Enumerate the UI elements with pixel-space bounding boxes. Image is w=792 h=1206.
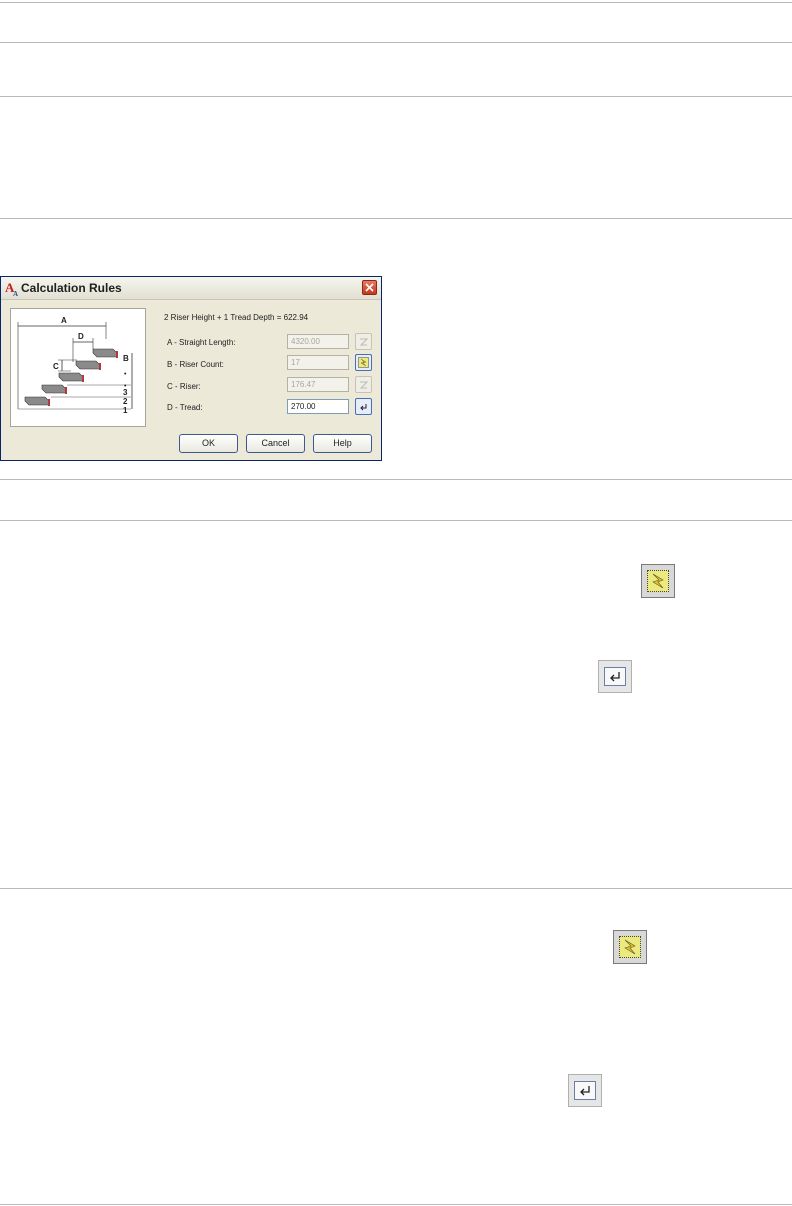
stair-diagram: A D C B • • 3 2 1 <box>17 316 133 415</box>
table-rule-3 <box>0 96 792 97</box>
riser-calc-button[interactable] <box>355 376 372 393</box>
riser-count-calc-button[interactable] <box>355 354 372 371</box>
tread-field[interactable]: 270.00 <box>287 399 349 414</box>
label-1: 1 <box>123 406 128 415</box>
dialog-title: Calculation Rules <box>21 281 122 295</box>
riser-count-field[interactable]: 17 <box>287 355 349 370</box>
calculator-off-icon <box>359 338 369 346</box>
table-rule-6 <box>0 520 792 521</box>
table-rule-4 <box>0 218 792 219</box>
calculator-off-icon <box>359 381 369 389</box>
table-rule-8 <box>0 1204 792 1205</box>
svg-text:•: • <box>124 371 127 378</box>
table-rule-7 <box>0 888 792 889</box>
straight-length-field[interactable]: 4320.00 <box>287 334 349 349</box>
close-icon <box>365 283 374 292</box>
label-2: 2 <box>123 397 128 406</box>
label-d: D <box>78 332 84 341</box>
straight-length-calc-button[interactable] <box>355 333 372 350</box>
tread-label: D - Tread: <box>167 403 203 412</box>
riser-label: C - Riser: <box>167 382 201 391</box>
label-b: B <box>123 354 129 363</box>
straight-length-label: A - Straight Length: <box>167 338 236 347</box>
close-button[interactable] <box>362 280 377 295</box>
table-rule-2 <box>0 42 792 43</box>
stair-diagram-panel: A D C B • • 3 2 1 <box>10 308 146 427</box>
automatic-calculation-icon <box>358 357 369 368</box>
formula-text: 2 Riser Height + 1 Tread Depth = 622.94 <box>164 313 309 322</box>
label-c: C <box>53 362 59 371</box>
ok-button[interactable]: OK <box>179 434 238 453</box>
table-rule-5 <box>0 479 792 480</box>
enter-value-icon <box>360 404 367 411</box>
autocad-logo-icon: AA <box>5 280 19 298</box>
label-3: 3 <box>123 388 128 397</box>
automatic-calculation-icon <box>641 564 675 598</box>
enter-value-icon <box>598 660 632 693</box>
automatic-calculation-icon <box>613 930 647 964</box>
riser-count-label: B - Riser Count: <box>167 360 224 369</box>
riser-field[interactable]: 176.47 <box>287 377 349 392</box>
enter-value-icon <box>568 1074 602 1107</box>
table-rule-1 <box>0 2 792 3</box>
dialog-titlebar: AA Calculation Rules <box>1 277 381 300</box>
cancel-button[interactable]: Cancel <box>246 434 305 453</box>
tread-enter-button[interactable] <box>355 398 372 415</box>
label-a: A <box>61 316 67 325</box>
calculation-rules-dialog: AA Calculation Rules A D C B • • 3 2 1 2… <box>0 276 382 461</box>
help-button[interactable]: Help <box>313 434 372 453</box>
